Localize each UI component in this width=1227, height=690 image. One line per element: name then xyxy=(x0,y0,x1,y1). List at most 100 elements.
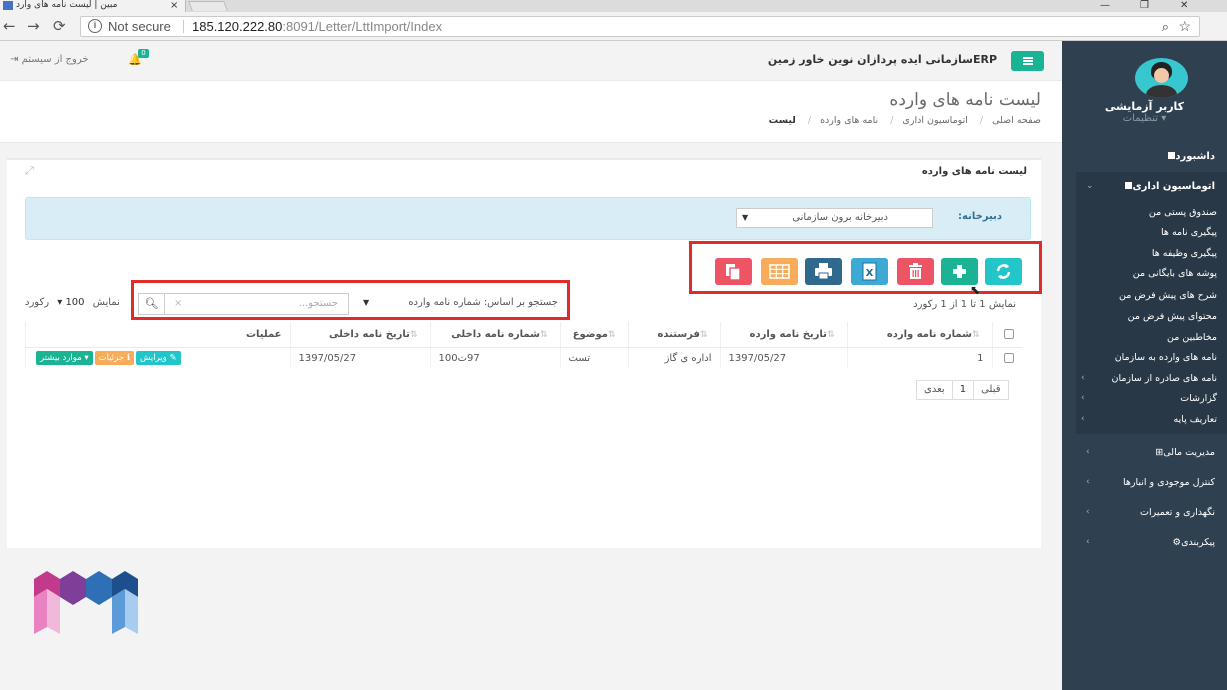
pager-prev[interactable]: قبلی xyxy=(973,380,1009,400)
minimize-icon[interactable]: — xyxy=(1100,0,1110,11)
sort-icon: ⇅ xyxy=(971,329,980,340)
row-checkbox[interactable] xyxy=(1004,352,1014,363)
sidebar-sub-default-content[interactable]: محتوای پیش فرض من xyxy=(1128,311,1217,322)
col-number[interactable]: ⇅شماره نامه وارده xyxy=(846,322,992,348)
col-date[interactable]: ⇅تاریخ نامه وارده xyxy=(719,322,847,348)
cell-internal-date: 1397/05/27 xyxy=(289,346,430,369)
pager-page[interactable]: 1 xyxy=(951,380,975,400)
search-field-select[interactable]: جستجو بر اساس: شماره نامه وارده ▼ xyxy=(355,293,564,315)
menu-toggle-button[interactable] xyxy=(1011,51,1044,71)
new-tab-button[interactable] xyxy=(188,1,228,11)
pager-next[interactable]: بعدی xyxy=(916,380,953,400)
col-sender[interactable]: ⇅فرستنده xyxy=(627,322,720,348)
expand-icon[interactable]: ⤢ xyxy=(25,164,34,178)
bookmark-star-icon[interactable]: ☆ xyxy=(1178,17,1191,36)
secretariat-label: دبیرخانه: xyxy=(958,211,1002,222)
chevron-left-icon: ‹ xyxy=(1081,414,1085,424)
letters-table: ⇅شماره نامه وارده ⇅تاریخ نامه وارده ⇅فرس… xyxy=(25,322,1022,369)
search-icon: 🔍︎ xyxy=(144,297,159,310)
automation-label: اتوماسیون اداری xyxy=(1132,181,1215,192)
details-label: جزئیات xyxy=(98,353,125,364)
row-select-cell xyxy=(991,346,1022,369)
sidebar-sub-reports[interactable]: گزارشات xyxy=(1180,393,1217,404)
cell-date: 1397/05/27 xyxy=(719,346,847,369)
page-size-control: نمایش 100 ▾ رکورد xyxy=(25,297,120,308)
url-path: :8091/Letter/LttImport/Index xyxy=(282,19,443,34)
back-icon[interactable]: ← xyxy=(3,17,16,35)
info-icon[interactable]: i xyxy=(88,19,102,33)
logout-label: خروج از سیستم xyxy=(21,54,89,65)
browser-tab[interactable]: مبین | لیست نامه های وارد × xyxy=(0,0,186,12)
page-title: لیست نامه های وارده xyxy=(889,90,1041,110)
sidebar-sub-archive-folders[interactable]: پوشه های بایگانی من xyxy=(1133,268,1217,279)
sidebar-sub-task-tracking[interactable]: پیگیری وظیفه ها xyxy=(1152,248,1217,259)
sidebar-sub-outgoing[interactable]: نامه های صادره از سازمان xyxy=(1111,373,1217,384)
sidebar-sub-contacts[interactable]: مخاطبین من xyxy=(1167,332,1217,343)
reload-icon[interactable]: ⟳ xyxy=(53,17,66,35)
user-settings-link[interactable]: تنظیمات ▾ xyxy=(1062,113,1227,124)
chevron-down-icon: ⌄ xyxy=(1086,181,1094,191)
col-subject-label: موضوع xyxy=(572,328,608,340)
details-button[interactable]: جزئیات ℹ xyxy=(94,351,135,366)
dropdown-arrow-icon: ▼ xyxy=(742,213,749,222)
zoom-icon[interactable]: ⌕ xyxy=(1162,17,1169,36)
forward-icon[interactable]: → xyxy=(27,17,40,35)
sidebar-sub-default-descriptions[interactable]: شرح های پیش فرض من xyxy=(1119,290,1217,301)
clear-icon[interactable]: × xyxy=(174,294,182,314)
sidebar-item-inventory[interactable]: کنترل موجودی و انبارها xyxy=(1123,477,1215,488)
user-name[interactable]: کاربر آزمایشی xyxy=(1062,100,1227,113)
breadcrumb-incoming[interactable]: نامه های وارده xyxy=(820,115,878,126)
cell-internal-no: 97ت100 xyxy=(429,346,560,369)
pencil-icon: ✎ xyxy=(169,353,177,364)
sidebar-sub-incoming[interactable]: نامه های وارده به سازمان xyxy=(1115,352,1217,363)
maximize-icon[interactable]: ❐ xyxy=(1140,0,1149,11)
cell-sender: اداره ی گاز xyxy=(627,346,720,369)
favicon-icon xyxy=(3,1,13,10)
edit-label: ویرایش xyxy=(140,353,167,364)
sidebar-sub-letter-tracking[interactable]: پیگیری نامه ها xyxy=(1161,227,1217,238)
sidebar-item-maintenance[interactable]: نگهداری و تعمیرات xyxy=(1140,507,1215,518)
col-internal-no[interactable]: ⇅شماره نامه داخلی xyxy=(429,322,560,348)
search-input[interactable]: جستجو... × xyxy=(164,293,349,315)
tab-title: مبین | لیست نامه های وارد xyxy=(16,0,118,10)
select-all-checkbox[interactable] xyxy=(1004,328,1014,339)
brand-logo xyxy=(34,571,138,634)
company-title: ERPسازمانی ایده پردازان نوین خاور زمین xyxy=(767,53,997,66)
sidebar-item-dashboard[interactable]: داشبورد xyxy=(1166,151,1215,162)
col-actions-label: عملیات xyxy=(245,328,282,340)
col-subject[interactable]: ⇅موضوع xyxy=(559,322,628,348)
secretariat-select[interactable]: دبیرخانه برون سازمانی ▼ xyxy=(736,208,933,228)
sort-icon: ⇅ xyxy=(409,329,418,340)
tab-close-icon[interactable]: × xyxy=(170,0,178,11)
info-icon: ℹ xyxy=(126,353,131,364)
breadcrumb-automation[interactable]: اتوماسیون اداری xyxy=(902,115,967,126)
more-actions-button[interactable]: موارد بیشتر ▾ xyxy=(36,351,93,366)
top-navbar: ERPسازمانی ایده پردازان نوین خاور زمین خ… xyxy=(0,41,1062,81)
sort-icon: ⇅ xyxy=(607,329,616,340)
sidebar-sub-base-definitions[interactable]: تعاریف پایه xyxy=(1174,414,1217,425)
search-button[interactable]: 🔍︎ xyxy=(138,293,165,315)
sidebar-item-finance[interactable]: ⊞مدیریت مالی xyxy=(1155,447,1215,458)
sidebar-item-automation[interactable]: اتوماسیون اداری xyxy=(1123,181,1215,192)
config-label: پیکربندی xyxy=(1181,537,1215,548)
breadcrumb-home[interactable]: صفحه اصلی xyxy=(992,115,1041,126)
url-host: 185.120.222.80 xyxy=(192,19,283,34)
table-row[interactable]: 1 1397/05/27 اداره ی گاز تست 97ت100 1397… xyxy=(25,346,1022,369)
logout-link[interactable]: خروج از سیستم ⇥ xyxy=(10,54,89,65)
cell-actions: موارد بیشتر ▾ جزئیات ℹ ویرایش ✎ xyxy=(25,346,290,369)
col-internal-no-label: شماره نامه داخلی xyxy=(451,328,540,340)
secretariat-value: دبیرخانه برون سازمانی xyxy=(792,212,888,223)
page-size-select[interactable]: 100 ▾ xyxy=(57,297,84,308)
sidebar-sub-mailbox[interactable]: صندوق پستی من xyxy=(1149,207,1217,218)
dashboard-label: داشبورد xyxy=(1175,151,1215,162)
edit-button[interactable]: ویرایش ✎ xyxy=(136,351,181,366)
close-window-icon[interactable]: ✕ xyxy=(1180,0,1188,11)
url-field[interactable]: i Not secure 185.120.222.80:8091/Letter/… xyxy=(80,16,1200,37)
col-internal-date[interactable]: ⇅تاریخ نامه داخلی xyxy=(289,322,430,348)
avatar[interactable] xyxy=(1135,58,1188,98)
mouse-cursor: ⬉ xyxy=(970,283,981,297)
chevron-left-icon: ‹ xyxy=(1086,477,1090,487)
page-header: لیست نامه های وارده صفحه اصلی/ اتوماسیون… xyxy=(0,81,1062,143)
sidebar-item-config[interactable]: ⚙پیکربندی xyxy=(1173,537,1215,548)
finance-label: مدیریت مالی xyxy=(1163,447,1215,458)
